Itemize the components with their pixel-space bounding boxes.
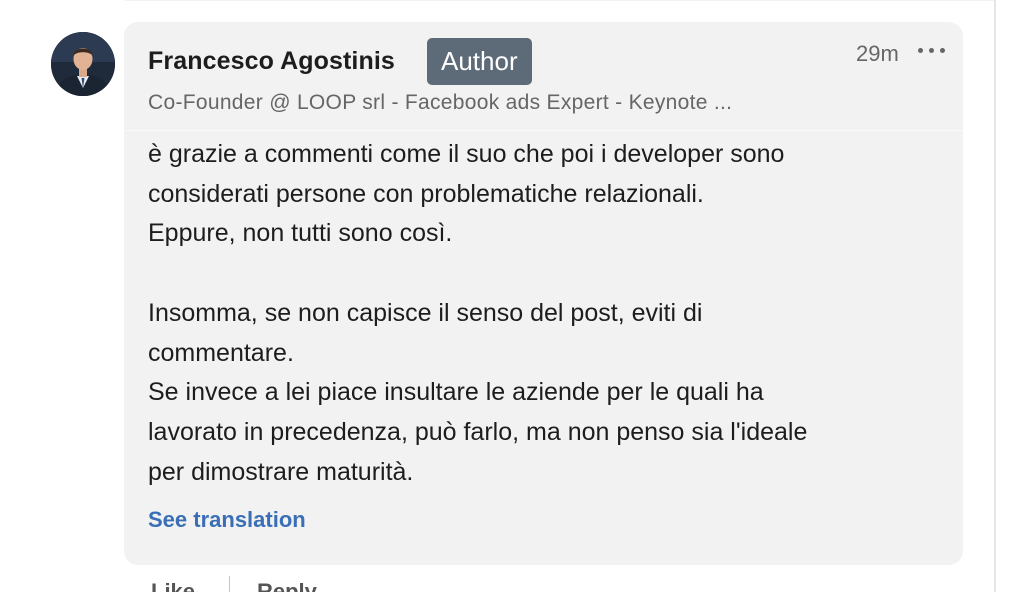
comment-line: commentare. (148, 338, 294, 367)
comment-text: è grazie a commenti come il suo che poi … (148, 135, 938, 492)
top-divider (124, 0, 994, 1)
actions-divider (229, 576, 230, 592)
comment-bubble: Francesco Agostinis Author 29m Co-Founde… (124, 22, 963, 565)
profile-photo-icon (51, 32, 115, 96)
author-avatar[interactable] (51, 32, 115, 96)
scrollbar-track (994, 0, 996, 592)
header-divider (124, 130, 963, 131)
author-badge: Author (427, 38, 532, 85)
author-headline: Co-Founder @ LOOP srl - Facebook ads Exp… (148, 91, 733, 114)
comment-thread-view: Francesco Agostinis Author 29m Co-Founde… (0, 0, 1014, 592)
comment-line: è grazie a commenti come il suo che poi … (148, 140, 785, 168)
like-button[interactable]: Like (151, 579, 195, 592)
comment-line: Insomma, se non capisce il senso del pos… (148, 298, 703, 327)
comment-timestamp: 29m (856, 41, 899, 66)
comment-line: Eppure, non tutti sono così. (148, 219, 453, 248)
comment-line: Se invece a lei piace insultare le azien… (148, 378, 764, 407)
see-translation-link[interactable]: See translation (148, 507, 306, 533)
reply-button[interactable]: Reply (257, 579, 317, 592)
comment-line: considerati persone con problematiche re… (148, 179, 704, 208)
comment-blank-line (148, 254, 938, 294)
comment-line: per dimostrare maturità. (148, 457, 414, 486)
more-options-icon[interactable] (914, 38, 950, 64)
author-name[interactable]: Francesco Agostinis (148, 47, 395, 76)
comment-line: lavorato in precedenza, può farlo, ma no… (148, 417, 808, 446)
